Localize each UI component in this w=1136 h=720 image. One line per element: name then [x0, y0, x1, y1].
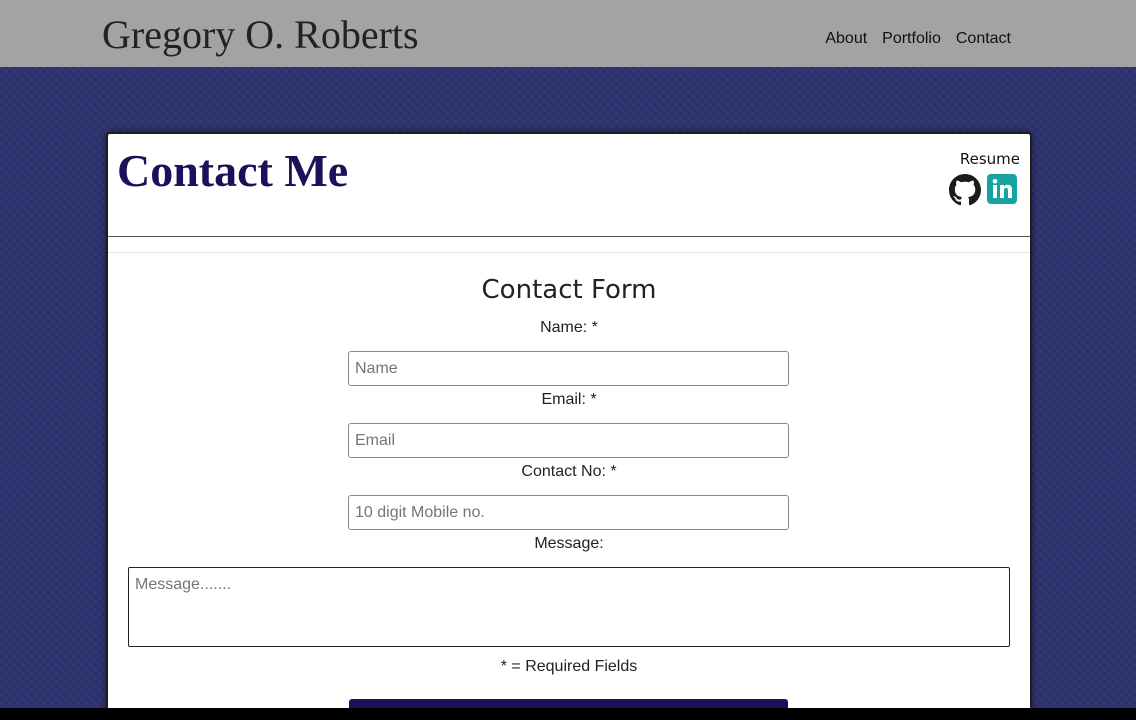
- site-title: Gregory O. Roberts: [102, 12, 419, 57]
- card-header: Contact Me Resume: [108, 134, 1030, 237]
- form-title: Contact Form: [481, 275, 657, 305]
- resume-link[interactable]: Resume: [960, 150, 1020, 168]
- email-label: Email: *: [541, 391, 597, 408]
- name-input[interactable]: [348, 351, 789, 386]
- nav-contact-link[interactable]: Contact: [956, 30, 1011, 48]
- social-links: [949, 174, 1019, 206]
- name-label: Name: *: [540, 319, 598, 336]
- github-link[interactable]: [949, 174, 981, 206]
- email-input[interactable]: [348, 423, 789, 458]
- main-nav: About Portfolio Contact: [825, 30, 1011, 48]
- page-title: Contact Me: [117, 145, 349, 196]
- bottom-bar: [0, 708, 1136, 720]
- contact-no-input[interactable]: [348, 495, 789, 530]
- section-divider: [108, 252, 1030, 253]
- linkedin-icon: [987, 174, 1017, 204]
- contact-no-label: Contact No: *: [521, 463, 617, 480]
- site-header: Gregory O. Roberts About Portfolio Conta…: [0, 0, 1136, 67]
- required-fields-note: * = Required Fields: [500, 658, 638, 675]
- contact-card: Contact Me Resume Contact Form Name: * E…: [106, 132, 1032, 720]
- github-icon: [949, 174, 981, 206]
- nav-about-link[interactable]: About: [825, 30, 867, 48]
- message-label: Message:: [534, 535, 604, 552]
- linkedin-link[interactable]: [987, 174, 1019, 206]
- nav-portfolio-link[interactable]: Portfolio: [882, 30, 941, 48]
- message-textarea[interactable]: [128, 567, 1010, 647]
